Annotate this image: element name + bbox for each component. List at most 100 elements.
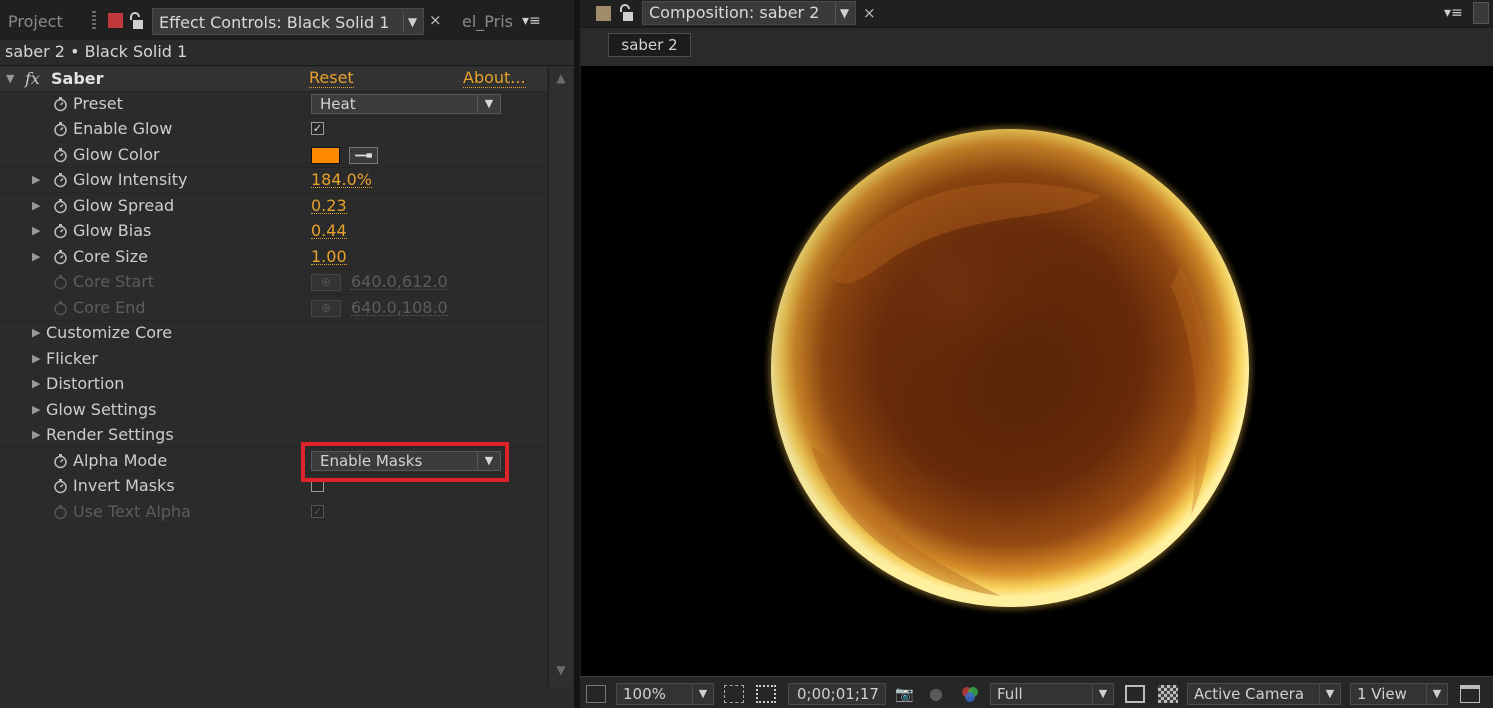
property-row-core-start: Core Start ⊕ 640.0,612.0 — [0, 270, 547, 295]
tab-effect-controls[interactable]: Effect Controls: Black Solid 1 ▼ — [152, 8, 424, 35]
region-of-interest-icon[interactable] — [1125, 685, 1145, 703]
panel-grip-icon[interactable] — [92, 11, 96, 31]
panel-menu-icon[interactable]: ▾≡ — [1444, 4, 1468, 22]
expanded-triangle-icon[interactable]: ▼ — [6, 67, 16, 91]
stopwatch-icon[interactable] — [53, 172, 68, 188]
stopwatch-icon[interactable] — [53, 96, 68, 112]
group-customize-core[interactable]: ▶ Customize Core — [0, 321, 547, 346]
glow-intensity-value[interactable]: 184.0% — [311, 168, 373, 189]
view-layout-value: 1 View — [1357, 685, 1407, 703]
camera-dropdown[interactable]: Active Camera ▼ — [1187, 683, 1341, 705]
zoom-value: 100% — [623, 685, 666, 703]
stopwatch-icon[interactable] — [53, 478, 68, 494]
scrollbar[interactable]: ▲ ▼ — [548, 67, 572, 687]
property-row-enable-glow: Enable Glow ✓ — [0, 117, 547, 142]
tab-composition-label: Composition: saber 2 — [649, 3, 820, 22]
stopwatch-icon[interactable] — [53, 453, 68, 469]
about-link[interactable]: About... — [463, 68, 526, 88]
lock-icon[interactable] — [128, 12, 144, 30]
composition-panel: Composition: saber 2 ▼ × ▾≡ saber 2 100%… — [580, 0, 1493, 708]
property-label: Glow Color — [73, 145, 160, 164]
group-label: Customize Core — [46, 323, 173, 342]
reset-link[interactable]: Reset — [309, 68, 354, 88]
timecode-display[interactable]: 0;00;01;17 — [788, 683, 886, 705]
composition-navigator-bar: saber 2 — [580, 28, 1493, 66]
collapsed-triangle-icon[interactable]: ▶ — [32, 321, 42, 345]
chevron-down-icon: ▼ — [1319, 684, 1340, 704]
group-flicker[interactable]: ▶ Flicker — [0, 347, 547, 372]
glow-bias-value[interactable]: 0.44 — [311, 219, 347, 240]
color-channels-icon[interactable] — [960, 685, 980, 703]
stopwatch-icon[interactable] — [53, 249, 68, 265]
tab-project[interactable]: Project — [2, 8, 80, 35]
always-preview-icon[interactable] — [586, 685, 606, 703]
close-tab-icon[interactable]: × — [429, 10, 443, 30]
chevron-down-icon[interactable]: ▼ — [835, 3, 853, 23]
preset-dropdown[interactable]: Heat ▼ — [311, 94, 501, 114]
panel-menu-icon[interactable]: ▾≡ — [522, 12, 546, 30]
effect-header-row[interactable]: ▼ fx Saber Reset About... — [0, 67, 547, 92]
property-label: Enable Glow — [73, 119, 173, 138]
collapsed-triangle-icon[interactable]: ▶ — [32, 423, 42, 447]
stopwatch-icon — [54, 301, 67, 316]
stopwatch-icon — [54, 505, 67, 520]
transparency-grid-icon[interactable] — [1158, 685, 1178, 703]
glow-color-swatch[interactable] — [311, 147, 340, 164]
property-label: Glow Bias — [73, 221, 152, 240]
property-label: Invert Masks — [73, 476, 175, 495]
stopwatch-icon[interactable] — [53, 147, 68, 163]
chevron-down-icon[interactable]: ▼ — [403, 12, 421, 32]
camera-value: Active Camera — [1194, 685, 1305, 703]
eyedropper-icon[interactable] — [349, 147, 378, 164]
collapsed-triangle-icon[interactable]: ▶ — [32, 347, 42, 371]
property-row-core-end: Core End ⊕ 640.0,108.0 — [0, 296, 547, 321]
property-label: Core Start — [73, 272, 155, 291]
collapsed-triangle-icon[interactable]: ▶ — [32, 245, 42, 269]
lock-icon[interactable] — [618, 4, 634, 22]
effect-controls-panel: Project Effect Controls: Black Solid 1 ▼… — [0, 0, 574, 708]
close-tab-icon[interactable]: × — [863, 3, 877, 23]
crosshair-icon: ⊕ — [311, 300, 341, 317]
stopwatch-icon[interactable] — [53, 121, 68, 137]
collapsed-triangle-icon[interactable]: ▶ — [32, 398, 42, 422]
fx-icon[interactable]: fx — [25, 67, 47, 91]
property-list: ▼ fx Saber Reset About... Preset Heat ▼ … — [0, 67, 547, 687]
property-label: Core Size — [73, 247, 148, 266]
enable-glow-checkbox[interactable]: ✓ — [311, 122, 324, 135]
collapsed-triangle-icon[interactable]: ▶ — [32, 194, 42, 218]
collapsed-triangle-icon[interactable]: ▶ — [32, 219, 42, 243]
stopwatch-icon[interactable] — [53, 223, 68, 239]
toggle-mask-icon[interactable] — [756, 685, 776, 703]
panel-scroll-icon[interactable] — [1473, 2, 1489, 24]
zoom-dropdown[interactable]: 100% ▼ — [616, 683, 714, 705]
group-distortion[interactable]: ▶ Distortion — [0, 372, 547, 397]
view-layout-dropdown[interactable]: 1 View ▼ — [1350, 683, 1448, 705]
core-size-value[interactable]: 1.00 — [311, 245, 347, 266]
glow-spread-value[interactable]: 0.23 — [311, 194, 347, 215]
crosshair-icon: ⊕ — [311, 274, 341, 291]
collapsed-triangle-icon[interactable]: ▶ — [32, 372, 42, 396]
property-row-use-text-alpha: Use Text Alpha ✓ — [0, 500, 547, 525]
resolution-dropdown[interactable]: Full ▼ — [990, 683, 1114, 705]
use-text-alpha-checkbox: ✓ — [311, 505, 324, 518]
collapsed-triangle-icon[interactable]: ▶ — [32, 168, 42, 192]
property-row-glow-bias: ▶ Glow Bias 0.44 — [0, 219, 547, 244]
timeline-icon[interactable] — [1460, 685, 1480, 703]
tab-other[interactable]: el_Pris — [456, 8, 518, 35]
stopwatch-icon[interactable] — [53, 198, 68, 214]
core-start-value: 640.0,612.0 — [351, 272, 448, 291]
chevron-down-icon: ▼ — [477, 95, 500, 113]
scroll-down-icon[interactable]: ▼ — [553, 663, 569, 679]
comp-flow-button[interactable]: saber 2 — [608, 33, 691, 57]
title-safe-icon[interactable] — [724, 685, 744, 703]
property-row-glow-intensity: ▶ Glow Intensity 184.0% — [0, 168, 547, 193]
camera-snapshot-icon[interactable]: 📷 — [895, 685, 915, 703]
stopwatch-icon — [54, 275, 67, 290]
scroll-up-icon[interactable]: ▲ — [553, 71, 569, 87]
viewer-toolbar: 100% ▼ 0;00;01;17 📷 ● Full ▼ Active Came… — [580, 676, 1493, 708]
core-end-value: 640.0,108.0 — [351, 298, 448, 317]
composition-viewer[interactable] — [581, 66, 1493, 676]
breadcrumb: saber 2 • Black Solid 1 — [0, 40, 574, 66]
tab-composition[interactable]: Composition: saber 2 ▼ — [642, 1, 856, 25]
group-glow-settings[interactable]: ▶ Glow Settings — [0, 398, 547, 423]
